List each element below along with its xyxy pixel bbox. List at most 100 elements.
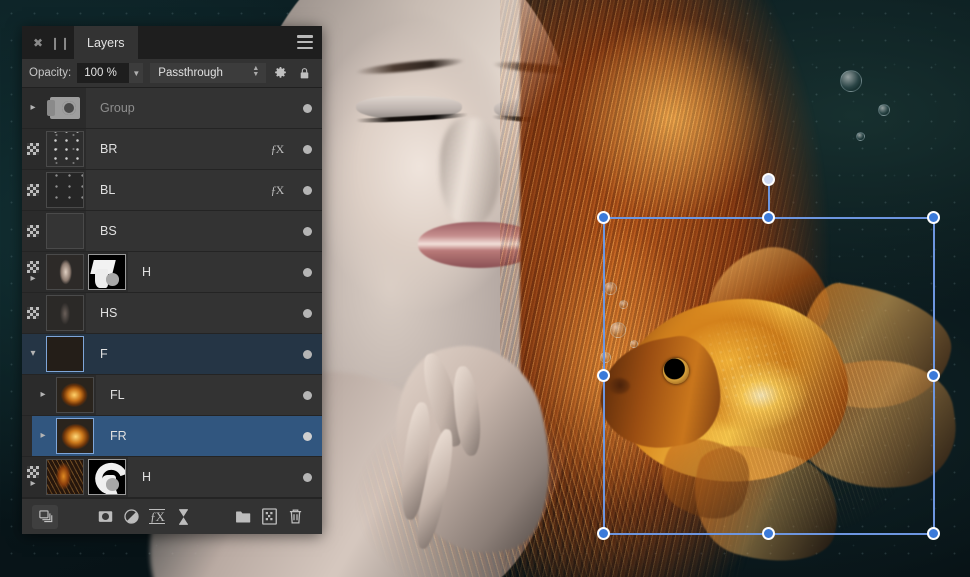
layer-name[interactable]: Group bbox=[86, 88, 262, 128]
handle-middle-right[interactable] bbox=[926, 368, 940, 382]
layer-gutter[interactable]: ▾ bbox=[22, 334, 44, 374]
gear-icon[interactable] bbox=[270, 63, 290, 83]
layer-row-bl-2[interactable]: BL ƒX bbox=[22, 170, 322, 211]
layer-fx-cell[interactable]: ƒX bbox=[262, 170, 292, 210]
fx-icon[interactable]: ƒX bbox=[271, 183, 285, 198]
layer-visibility-cell[interactable] bbox=[292, 416, 322, 456]
handle-top-center[interactable] bbox=[761, 210, 775, 224]
close-circle-icon[interactable]: ✖ bbox=[27, 26, 49, 59]
layer-fx-cell[interactable] bbox=[262, 375, 292, 415]
transparency-checker-icon[interactable] bbox=[27, 307, 39, 319]
new-group-icon[interactable] bbox=[230, 505, 256, 529]
new-pixel-layer-icon[interactable] bbox=[256, 505, 282, 529]
layer-gutter[interactable]: ▸ bbox=[32, 416, 54, 456]
layer-gutter[interactable] bbox=[22, 211, 44, 251]
transparency-checker-icon[interactable] bbox=[27, 225, 39, 237]
collapse-arrow-icon[interactable]: ▾ bbox=[30, 349, 35, 359]
fx-icon[interactable]: ƒX bbox=[144, 505, 170, 529]
hamburger-menu-icon[interactable] bbox=[297, 35, 313, 49]
layer-thumbnail-cell[interactable] bbox=[44, 457, 86, 497]
visibility-dot-icon[interactable] bbox=[302, 267, 312, 277]
layer-name[interactable]: F bbox=[86, 334, 262, 374]
visibility-dot-icon[interactable] bbox=[302, 349, 312, 359]
expand-arrow-icon[interactable]: ▸ bbox=[40, 390, 45, 400]
layers-toolbar[interactable]: ƒX bbox=[22, 498, 322, 534]
layer-fx-cell[interactable] bbox=[262, 252, 292, 292]
fx-icon[interactable]: ƒX bbox=[271, 142, 285, 157]
handle-top-right[interactable] bbox=[926, 210, 940, 224]
trash-icon[interactable] bbox=[282, 505, 308, 529]
rotation-handle[interactable] bbox=[761, 172, 775, 186]
layer-gutter[interactable]: ▸ bbox=[22, 457, 44, 497]
live-filter-icon[interactable] bbox=[170, 505, 196, 529]
layer-row-bs-3[interactable]: BS bbox=[22, 211, 322, 252]
layer-fx-cell[interactable] bbox=[262, 416, 292, 456]
layer-name[interactable]: BS bbox=[86, 211, 262, 251]
layer-thumbnail-cell[interactable] bbox=[54, 416, 96, 456]
mask-icon[interactable] bbox=[92, 505, 118, 529]
handle-bottom-left[interactable] bbox=[596, 526, 610, 540]
layer-visibility-cell[interactable] bbox=[292, 334, 322, 374]
visibility-dot-icon[interactable] bbox=[302, 472, 312, 482]
layer-fx-cell[interactable] bbox=[262, 88, 292, 128]
layer-thumbnail-cell[interactable] bbox=[44, 211, 86, 251]
visibility-dot-icon[interactable] bbox=[302, 390, 312, 400]
layer-gutter[interactable]: ▸ bbox=[22, 88, 44, 128]
transparency-checker-icon[interactable] bbox=[27, 260, 39, 273]
layer-row-fl-7[interactable]: ▸ FL bbox=[22, 375, 322, 416]
opacity-dropdown-icon[interactable]: ▼ bbox=[129, 63, 144, 83]
layer-gutter[interactable] bbox=[22, 129, 44, 169]
pause-grip-icon[interactable]: ❙❙ bbox=[49, 26, 71, 59]
layer-name[interactable]: HS bbox=[86, 293, 262, 333]
handle-bottom-center[interactable] bbox=[761, 526, 775, 540]
layer-visibility-cell[interactable] bbox=[292, 170, 322, 210]
transparency-checker-icon[interactable] bbox=[27, 143, 39, 155]
handle-bottom-right[interactable] bbox=[926, 526, 940, 540]
layer-thumbnail-cell[interactable] bbox=[44, 334, 86, 374]
lock-icon[interactable] bbox=[295, 63, 315, 83]
layer-fx-cell[interactable] bbox=[262, 211, 292, 251]
visibility-dot-icon[interactable] bbox=[302, 431, 312, 441]
layer-fx-cell[interactable] bbox=[262, 334, 292, 374]
layer-list[interactable]: ▸ Group BR ƒX BL ƒX BS ▸ H HS ▾ F ▸ FL ▸ FR ▸ H bbox=[22, 88, 322, 498]
layer-mask-cell[interactable] bbox=[86, 252, 128, 292]
layer-name[interactable]: H bbox=[128, 457, 262, 497]
layer-row-f-6[interactable]: ▾ F bbox=[22, 334, 322, 375]
layer-row-br-1[interactable]: BR ƒX bbox=[22, 129, 322, 170]
layer-mask-cell[interactable] bbox=[86, 457, 128, 497]
expand-arrow-icon[interactable]: ▸ bbox=[30, 103, 35, 113]
layer-row-h-4[interactable]: ▸ H bbox=[22, 252, 322, 293]
layer-name[interactable]: BL bbox=[86, 170, 262, 210]
layer-thumbnail-cell[interactable] bbox=[44, 170, 86, 210]
layer-row-group-0[interactable]: ▸ Group bbox=[22, 88, 322, 129]
adjustment-icon[interactable] bbox=[118, 505, 144, 529]
handle-top-left[interactable] bbox=[596, 210, 610, 224]
layer-visibility-cell[interactable] bbox=[292, 211, 322, 251]
layer-row-fr-8[interactable]: ▸ FR bbox=[22, 416, 322, 457]
layer-visibility-cell[interactable] bbox=[292, 88, 322, 128]
layer-thumbnail-cell[interactable] bbox=[44, 129, 86, 169]
layer-name[interactable]: FL bbox=[96, 375, 262, 415]
blend-mode-select[interactable]: Passthrough ▲ ▼ bbox=[150, 63, 267, 83]
handle-middle-left[interactable] bbox=[596, 368, 610, 382]
expand-arrow-icon[interactable]: ▸ bbox=[30, 478, 35, 489]
layer-fx-cell[interactable]: ƒX bbox=[262, 129, 292, 169]
layer-name[interactable]: BR bbox=[86, 129, 262, 169]
layers-stack-icon[interactable] bbox=[32, 504, 58, 529]
layer-thumbnail-cell[interactable] bbox=[54, 375, 96, 415]
expand-arrow-icon[interactable]: ▸ bbox=[30, 273, 35, 284]
transparency-checker-icon[interactable] bbox=[27, 184, 39, 196]
expand-arrow-icon[interactable]: ▸ bbox=[40, 431, 45, 441]
transparency-checker-icon[interactable] bbox=[27, 465, 39, 478]
layer-row-h-9[interactable]: ▸ H bbox=[22, 457, 322, 498]
tab-layers[interactable]: Layers bbox=[74, 26, 138, 59]
opacity-input[interactable]: 100 % bbox=[77, 63, 130, 83]
visibility-dot-icon[interactable] bbox=[302, 103, 312, 113]
layer-gutter[interactable] bbox=[22, 170, 44, 210]
layer-gutter[interactable] bbox=[22, 293, 44, 333]
layer-thumbnail-cell[interactable] bbox=[44, 293, 86, 333]
layer-fx-cell[interactable] bbox=[262, 293, 292, 333]
layer-gutter[interactable]: ▸ bbox=[22, 252, 44, 292]
layer-visibility-cell[interactable] bbox=[292, 375, 322, 415]
layer-visibility-cell[interactable] bbox=[292, 252, 322, 292]
